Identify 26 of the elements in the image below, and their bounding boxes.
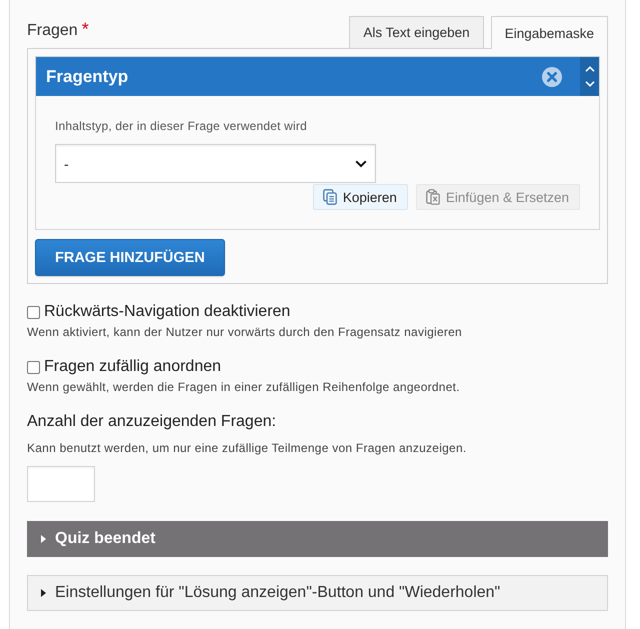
- checkbox-label: Rückwärts-Navigation deaktivieren: [44, 302, 290, 322]
- checkbox[interactable]: [27, 360, 40, 374]
- option-description: Wenn gewählt, werden die Fragen in einer zufälligen Reihenfolge angeordnet.: [27, 379, 461, 395]
- copy-icon: [322, 189, 337, 205]
- chevron-up-icon[interactable]: [584, 66, 594, 72]
- content-type-select[interactable]: -: [55, 144, 376, 183]
- chevron-down-icon: [355, 160, 367, 168]
- paste-icon: [426, 189, 440, 205]
- field-label: Anzahl der anzuzeigenden Fragen:: [27, 412, 276, 432]
- chevron-down-icon[interactable]: [584, 81, 594, 87]
- group-title: Fragentyp: [45, 66, 130, 86]
- option-description: Wenn aktiviert, kann der Nutzer nur vorwärts durch den Fragensatz navigieren: [27, 324, 463, 340]
- field-label: Fragen: [27, 21, 78, 41]
- checkbox[interactable]: [27, 306, 40, 318]
- add-question-button[interactable]: FRAGE HINZUFÜGEN: [35, 239, 225, 276]
- collapsible-section-header[interactable]: Einstellungen für "Lösung anzeigen"-Button und "Wiederholen": [27, 575, 608, 611]
- copy-button[interactable]: Kopieren: [312, 184, 408, 210]
- field-description: Inhaltstyp, der in dieser Frage verwendet wird: [55, 118, 308, 134]
- tab[interactable]: Als Text eingeben: [349, 16, 484, 48]
- close-icon[interactable]: [542, 66, 562, 86]
- field-description: Kann benutzt werden, um nur eine zufällige Teilmenge von Fragen anzuzeigen.: [27, 440, 468, 456]
- collapsible-section-header[interactable]: Quiz beendet: [27, 521, 608, 557]
- required-mark: *: [82, 21, 89, 37]
- number-field[interactable]: [27, 466, 95, 502]
- tab[interactable]: Eingabemaske: [490, 16, 608, 49]
- checkbox-label: Fragen zufällig anordnen: [44, 357, 222, 377]
